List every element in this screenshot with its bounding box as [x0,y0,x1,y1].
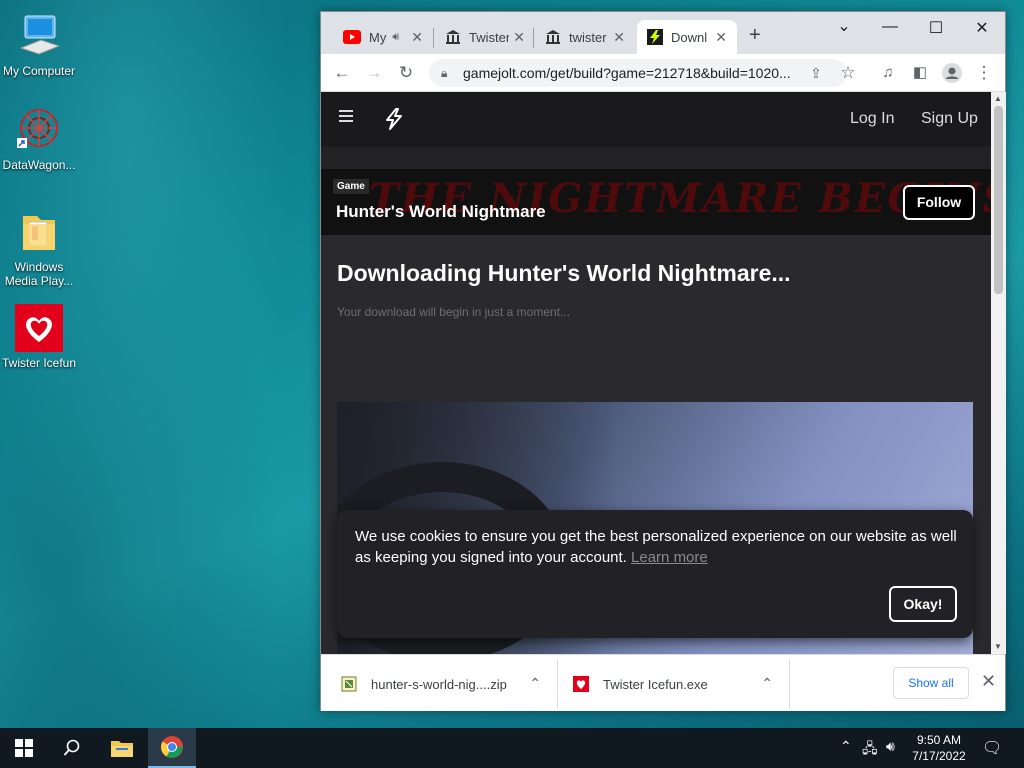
start-windows-icon[interactable] [0,728,48,768]
show-all-downloads-button[interactable]: Show all [893,667,969,699]
tab-separator [433,28,434,48]
download-filename: hunter-s-world-nig....zip [371,676,507,692]
menu-kebab-icon[interactable]: ⋮ [973,62,995,84]
chevron-up-icon[interactable]: ⌃ [761,675,773,692]
tab-separator [533,28,534,48]
download-heading: Downloading Hunter's World Nightmare... [337,260,791,286]
tab-twister-2[interactable]: twister ✕ [535,20,635,54]
close-icon[interactable]: ✕ [513,29,525,46]
network-icon[interactable]: 🖧︎ [862,738,878,762]
new-tab-button[interactable]: + [749,24,761,47]
search-icon[interactable] [48,728,96,768]
browser-window: My 🔊︎ ✕ Twister ✕ twister ✕ Downl ✕ + ⌄ … [320,11,1006,711]
chevron-up-icon[interactable]: ⌃ [840,738,852,755]
tab-title: Downl [671,29,708,45]
learn-more-link[interactable]: Learn more [631,549,708,566]
page-content: Log In Sign Up THE NIGHTMARE BEGINS Game… [321,92,991,654]
login-link[interactable]: Log In [850,110,894,128]
maximize-button[interactable]: ☐ [913,18,959,38]
tab-gamejolt-download[interactable]: Downl ✕ [637,20,737,54]
game-title[interactable]: Hunter's World Nightmare [336,202,546,222]
back-button[interactable]: ← [331,62,353,84]
computer-icon [15,12,63,60]
address-bar[interactable]: 🔒︎ gamejolt.com/get/build?game=212718&bu… [429,59,847,87]
algida-heart-icon [15,304,63,352]
close-icon[interactable]: ✕ [715,29,727,46]
clock-date: 7/17/2022 [912,749,966,763]
desktop-icon-label: Windows Media Play... [4,260,74,288]
scroll-thumb[interactable] [994,106,1003,294]
tab-strip: My 🔊︎ ✕ Twister ✕ twister ✕ Downl ✕ + ⌄ … [321,12,1005,54]
close-window-button[interactable]: ✕ [959,18,1005,38]
cookie-banner: We use cookies to ensure you get the bes… [337,510,973,638]
gamejolt-logo-icon[interactable] [383,108,405,130]
game-hero-banner: THE NIGHTMARE BEGINS Game Hunter's World… [321,169,991,235]
download-subtitle: Your download will begin in just a momen… [337,305,571,319]
cookie-okay-button[interactable]: Okay! [889,586,957,622]
close-icon[interactable]: ✕ [411,29,423,46]
browser-toolbar: ← → ↻ 🔒︎ gamejolt.com/get/build?game=212… [321,54,1005,92]
download-item-zip[interactable]: hunter-s-world-nig....zip ⌃ [341,661,541,707]
museum-icon [446,30,460,44]
tab-title: twister [569,29,607,45]
exe-file-icon [573,676,589,692]
volume-icon[interactable]: 🔊︎ [886,738,895,755]
desktop-icon-twister-icefun[interactable]: Twister Icefun [0,304,78,370]
close-icon[interactable]: ✕ [613,29,625,46]
download-shelf: hunter-s-world-nig....zip ⌃ Twister Icef… [321,654,1005,711]
desktop-icon-windows-media-player[interactable]: Windows Media Play... [0,208,78,288]
gamejolt-icon [647,29,663,45]
url-text: gamejolt.com/get/build?game=212718&build… [463,65,791,81]
file-explorer-icon[interactable] [98,728,146,768]
header-band [321,147,991,169]
chrome-icon[interactable] [148,728,196,768]
signup-link[interactable]: Sign Up [921,110,978,128]
download-filename: Twister Icefun.exe [603,676,708,692]
youtube-icon [343,30,361,44]
desktop-icon-label: DataWagon... [2,158,76,172]
tab-title: My [369,29,387,45]
side-panel-icon[interactable]: ◧ [909,62,931,84]
tab-title: Twister [469,29,510,45]
tab-twister-1[interactable]: Twister ✕ [435,20,535,54]
museum-icon [546,30,560,44]
hamburger-menu-icon[interactable] [339,110,353,124]
shelf-separator [789,659,790,709]
system-clock[interactable]: 9:50 AM 7/17/2022 [906,732,972,764]
desktop-icon-my-computer[interactable]: My Computer [0,12,78,78]
minimize-button[interactable]: — [867,18,913,36]
share-icon[interactable]: ⇪ [805,62,827,84]
folder-icon [15,208,63,256]
taskbar: ⌃ 🖧︎ 🔊︎ 9:50 AM 7/17/2022 🗨︎ [0,728,1024,768]
follow-button[interactable]: Follow [903,185,975,220]
download-item-exe[interactable]: Twister Icefun.exe ⌃ [573,661,773,707]
forward-button[interactable]: → [363,62,385,84]
site-navbar: Log In Sign Up [321,92,991,147]
profile-avatar-icon[interactable] [941,62,963,84]
tab-search-icon[interactable]: ⌄ [821,16,867,36]
desktop-icon-label: Twister Icefun [1,356,77,370]
scroll-up-icon[interactable]: ▲ [994,94,1002,103]
tab-youtube[interactable]: My 🔊︎ ✕ [333,20,433,54]
speaker-icon[interactable]: 🔊︎ [392,31,399,44]
network-globe-icon [15,106,63,154]
cookie-message: We use cookies to ensure you get the bes… [355,526,960,568]
notification-icon[interactable]: 🗨︎ [982,738,1002,758]
shelf-separator [557,659,558,709]
clock-time: 9:50 AM [916,733,962,747]
close-shelf-icon[interactable]: ✕ [981,671,996,692]
desktop-icon-datawagon[interactable]: DataWagon... [0,106,78,172]
scroll-down-icon[interactable]: ▼ [994,642,1002,651]
game-tag-badge: Game [333,179,369,194]
chevron-up-icon[interactable]: ⌃ [529,675,541,692]
page-scrollbar[interactable]: ▲ ▼ [991,92,1006,654]
zip-file-icon [341,676,357,692]
bookmark-star-icon[interactable]: ☆ [837,62,859,84]
lock-icon[interactable]: 🔒︎ [441,59,447,87]
reload-button[interactable]: ↻ [395,62,417,84]
desktop-icon-label: My Computer [2,64,76,78]
media-control-icon[interactable]: ♫ [877,62,899,84]
